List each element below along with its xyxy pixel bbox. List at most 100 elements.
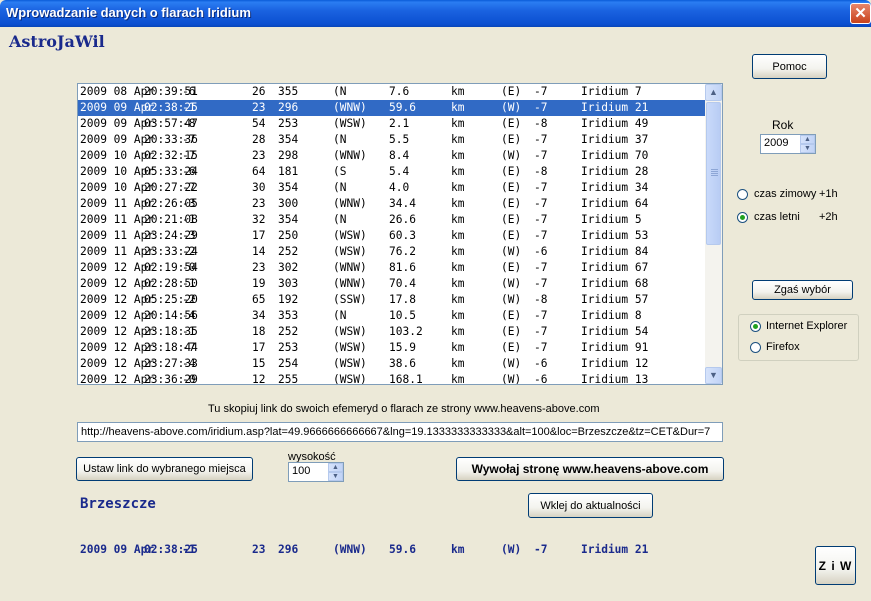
flare-cell: Iridium 70 — [581, 149, 649, 162]
flare-cell: -0 — [182, 373, 196, 385]
flare-cell: -0 — [182, 261, 196, 274]
flare-cell: 03:57:47 — [144, 117, 198, 130]
summer-time-radio[interactable] — [737, 212, 748, 223]
flare-cell: 32 — [252, 213, 266, 226]
flare-cell: km — [451, 357, 465, 370]
flare-cell: 15 — [252, 357, 266, 370]
flare-cell: -3 — [182, 197, 196, 210]
paste-news-button[interactable]: Wklej do aktualności — [528, 493, 653, 518]
scroll-up-arrow-icon[interactable]: ▲ — [705, 84, 722, 101]
flare-cell: 354 — [278, 213, 299, 226]
flare-row[interactable]: 2009 09 Apr02:38:25-1 23 296 (WNW) 59.6 km (W)… — [78, 100, 706, 116]
flare-cell: -7 — [182, 149, 196, 162]
flare-row[interactable]: 2009 12 Apr23:36:29-0 12 255 (WSW) 168.1 km (W… — [78, 372, 706, 385]
year-spinner[interactable]: 2009 ▲ ▼ — [760, 134, 816, 154]
flare-cell: 2009 11 Apr — [80, 197, 155, 210]
flare-row[interactable]: 2009 12 Apr23:27:33-4 15 254 (WSW) 38.6 km (W)… — [78, 356, 706, 372]
flare-cell: km — [451, 341, 465, 354]
vertical-scrollbar[interactable]: ▲ ▼ — [705, 84, 722, 384]
flare-cell: 10.5 — [389, 309, 416, 322]
flare-cell: 54 — [252, 117, 266, 130]
flare-cell: km — [451, 373, 465, 385]
flare-cell: (S — [333, 165, 347, 178]
flare-cell: (WSW) — [333, 357, 367, 370]
selected-flare-cell: (WNW) — [333, 543, 367, 556]
selected-flare-cell: 23 — [252, 543, 266, 556]
flare-cell: (N — [333, 213, 347, 226]
flare-row[interactable]: 2009 12 Apr23:18:35-1 18 252 (WSW) 103.2 km (E… — [78, 324, 706, 340]
flare-row[interactable]: 2009 12 Apr02:28:50-1 19 303 (WNW) 70.4 km (W)… — [78, 276, 706, 292]
flare-list[interactable]: 2009 08 Apr20:39:51-6 26 355 (N 7.6 km (E) -7 Ir… — [77, 83, 723, 385]
flare-cell: (N — [333, 133, 347, 146]
flare-cell: 12 — [252, 373, 266, 385]
flare-cell: 192 — [278, 293, 299, 306]
spin-down-icon[interactable]: ▼ — [800, 144, 815, 153]
flare-cell: km — [451, 293, 465, 306]
flare-cell: 20:21:08 — [144, 213, 198, 226]
flare-cell: 2009 12 Apr — [80, 325, 155, 338]
grip-line-icon — [711, 175, 718, 176]
flare-cell: 18 — [252, 325, 266, 338]
close-button[interactable]: ✕ — [850, 3, 871, 24]
flare-cell: (W) — [501, 245, 522, 258]
scroll-down-arrow-icon[interactable]: ▼ — [705, 367, 722, 384]
flare-row[interactable]: 2009 12 Apr20:14:56-4 34 353 (N 10.5 km (E) -7 I… — [78, 308, 706, 324]
flare-cell: -6 — [534, 357, 548, 370]
spin-down-icon[interactable]: ▼ — [328, 472, 343, 481]
altitude-spinner[interactable]: 100 ▲ ▼ — [288, 462, 344, 482]
flare-row[interactable]: 2009 10 Apr20:27:22-7 30 354 (N 4.0 km (E) -7 Ir… — [78, 180, 706, 196]
spin-up-icon[interactable]: ▲ — [800, 135, 815, 144]
flare-cell: 252 — [278, 325, 299, 338]
flare-cell: Iridium 28 — [581, 165, 649, 178]
flare-row[interactable]: 2009 08 Apr20:39:51-6 26 355 (N 7.6 km (E) -7 Ir… — [78, 84, 706, 100]
flare-row[interactable]: 2009 12 Apr05:25:20-2 65 192 (SSW) 17.8 km (W)… — [78, 292, 706, 308]
flare-cell: 23 — [252, 197, 266, 210]
flare-cell: -4 — [182, 309, 196, 322]
url-input[interactable]: http://heavens-above.com/iridium.asp?lat… — [77, 422, 723, 442]
flare-cell: 353 — [278, 309, 299, 322]
flare-cell: -6 — [182, 85, 196, 98]
flare-cell: 17.8 — [389, 293, 416, 306]
year-label: Rok — [772, 118, 794, 132]
flare-row[interactable]: 2009 09 Apr20:33:36-7 28 354 (N 5.5 km (E) -7 Ir… — [78, 132, 706, 148]
flare-cell: km — [451, 197, 465, 210]
title-bar: Wprowadzanie danych o flarach Iridium ✕ — [0, 0, 871, 27]
selected-flare-cell: 02:38:25 — [144, 543, 198, 556]
set-link-button[interactable]: Ustaw link do wybranego miejsca — [76, 457, 253, 481]
call-heavens-above-button[interactable]: Wywołaj stronę www.heavens-above.com — [456, 457, 724, 481]
flare-row[interactable]: 2009 11 Apr23:24:29-3 17 250 (WSW) 60.3 km (E)… — [78, 228, 706, 244]
flare-row[interactable]: 2009 10 Apr02:32:15-7 23 298 (WNW) 8.4 km (W) -… — [78, 148, 706, 164]
clear-selection-button[interactable]: Zgaś wybór — [752, 280, 853, 300]
flare-cell: 26 — [252, 85, 266, 98]
flare-cell: km — [451, 181, 465, 194]
firefox-radio[interactable] — [750, 342, 761, 353]
flare-cell: km — [451, 325, 465, 338]
help-button[interactable]: Pomoc — [752, 54, 827, 79]
flare-row[interactable]: 2009 12 Apr23:18:44-7 17 253 (WSW) 15.9 km (E)… — [78, 340, 706, 356]
flare-cell: km — [451, 117, 465, 130]
flare-cell: 296 — [278, 101, 299, 114]
flare-row[interactable]: 2009 10 Apr05:33:24-6 64 181 (S 5.4 km (E) -8 Ir… — [78, 164, 706, 180]
flare-cell: -2 — [182, 245, 196, 258]
flare-row[interactable]: 2009 11 Apr02:26:05-3 23 300 (WNW) 34.4 km (E)… — [78, 196, 706, 212]
flare-cell: (WSW) — [333, 229, 367, 242]
ziw-button[interactable]: Z i W — [815, 546, 856, 585]
flare-cell: 254 — [278, 357, 299, 370]
spin-up-icon[interactable]: ▲ — [328, 463, 343, 472]
flare-cell: Iridium 64 — [581, 197, 649, 210]
flare-cell: 23:36:29 — [144, 373, 198, 385]
flare-cell: km — [451, 277, 465, 290]
internet-explorer-radio[interactable] — [750, 321, 761, 332]
flare-cell: 2009 12 Apr — [80, 293, 155, 306]
flare-row[interactable]: 2009 11 Apr20:21:08-1 32 354 (N 26.6 km (E) -7 I… — [78, 212, 706, 228]
flare-cell: 4.0 — [389, 181, 410, 194]
scroll-thumb[interactable] — [706, 102, 721, 245]
flare-row[interactable]: 2009 09 Apr03:57:47-8 54 253 (WSW) 2.1 km (E) -… — [78, 116, 706, 132]
flare-cell: (N — [333, 181, 347, 194]
flare-row[interactable]: 2009 12 Apr02:19:54-0 23 302 (WNW) 81.6 km (E)… — [78, 260, 706, 276]
flare-cell: -7 — [534, 85, 548, 98]
flare-cell: -7 — [534, 229, 548, 242]
flare-cell: (N — [333, 85, 347, 98]
flare-row[interactable]: 2009 11 Apr23:33:24-2 14 252 (WSW) 76.2 km (W)… — [78, 244, 706, 260]
winter-time-radio[interactable] — [737, 189, 748, 200]
